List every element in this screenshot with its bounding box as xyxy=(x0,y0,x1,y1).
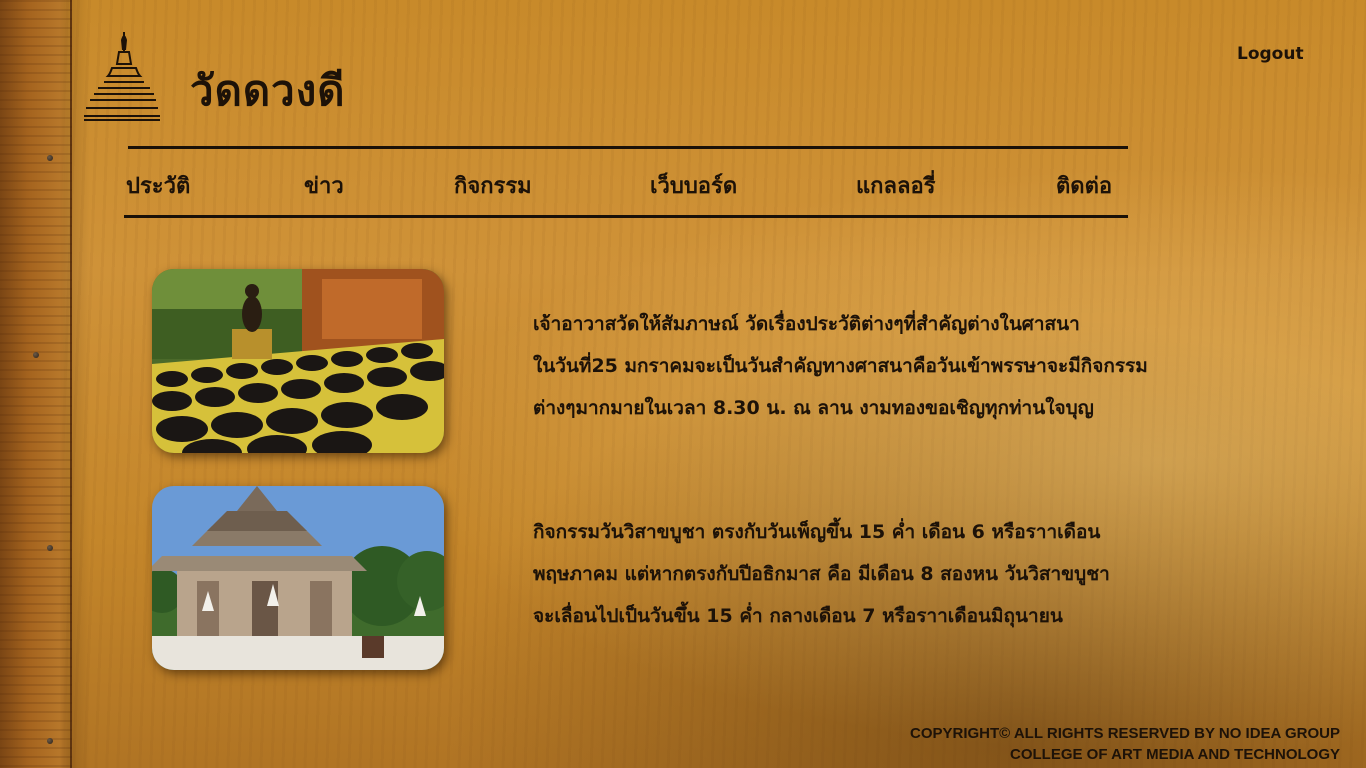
pagoda-icon xyxy=(82,30,162,122)
main-nav: ประวัติ ข่าว กิจกรรม เว็บบอร์ด แกลลอรี่ … xyxy=(126,168,1126,204)
nail-decoration xyxy=(33,352,39,358)
copyright-line: COPYRIGHT© ALL RIGHTS RESERVED BY NO IDE… xyxy=(910,725,1340,742)
nav-item-gallery[interactable]: แกลลอรี่ xyxy=(856,168,936,203)
temple-hall-photo xyxy=(152,486,444,670)
nail-decoration xyxy=(47,738,53,744)
news-item-1-text: เจ้าอาวาสวัดให้สัมภาษณ์ วัดเรื่องประวัติ… xyxy=(533,303,1148,429)
site-title: วัดดวงดี xyxy=(190,66,346,115)
news-line: ต่างๆมากมายในเวลา 8.30 น. ณ ลาน งามทองขอ… xyxy=(533,397,1094,419)
logout-button[interactable]: Logout xyxy=(1237,44,1304,64)
nav-item-activities[interactable]: กิจกรรม xyxy=(454,168,532,203)
nav-top-divider xyxy=(128,146,1128,149)
wood-side-panel xyxy=(0,0,72,768)
news-line: ในวันที่25 มกราคมจะเป็นวันสำคัญทางศาสนาค… xyxy=(533,355,1148,377)
nav-bottom-divider xyxy=(124,215,1128,218)
alms-bowls-photo xyxy=(152,269,444,453)
nail-decoration xyxy=(47,545,53,551)
nail-decoration xyxy=(47,155,53,161)
footer-copyright: COPYRIGHT© ALL RIGHTS RESERVED BY NO IDE… xyxy=(910,723,1340,765)
nav-item-history[interactable]: ประวัติ xyxy=(126,168,190,203)
news-line: จะเลื่อนไปเป็นวันขึ้น 15 ค่ำ กลางเดือน 7… xyxy=(533,605,1063,627)
news-line: พฤษภาคม แต่หากตรงกับปีอธิกมาส คือ มีเดือ… xyxy=(533,563,1110,585)
nav-item-contact[interactable]: ติดต่อ xyxy=(1056,168,1112,203)
news-item-2-text: กิจกรรมวันวิสาขบูชา ตรงกับวันเพ็ญขึ้น 15… xyxy=(533,511,1110,637)
college-line: COLLEGE OF ART MEDIA AND TECHNOLOGY xyxy=(1010,746,1340,763)
nav-item-webboard[interactable]: เว็บบอร์ด xyxy=(650,168,737,203)
news-line: กิจกรรมวันวิสาขบูชา ตรงกับวันเพ็ญขึ้น 15… xyxy=(533,521,1101,543)
nav-item-news[interactable]: ข่าว xyxy=(304,168,344,203)
news-line: เจ้าอาวาสวัดให้สัมภาษณ์ วัดเรื่องประวัติ… xyxy=(533,313,1080,335)
